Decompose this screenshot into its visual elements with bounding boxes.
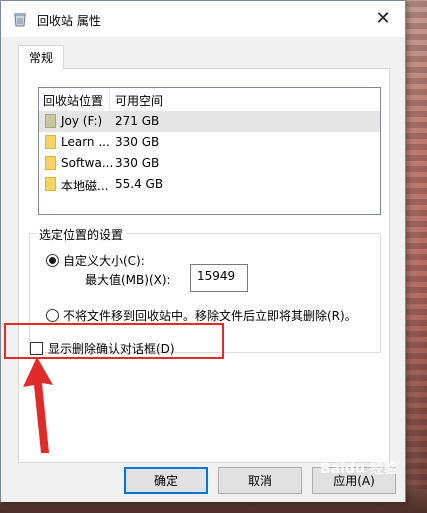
available-space: 55.4 GB xyxy=(115,177,164,191)
list-item[interactable]: 本地磁... 55.4 GB xyxy=(39,174,380,195)
folder-icon xyxy=(45,156,56,170)
location-name: Softwa... xyxy=(61,156,114,170)
location-name: Joy (F:) xyxy=(61,114,103,128)
no-recycle-radio[interactable] xyxy=(46,309,59,322)
drive-icon xyxy=(45,114,56,128)
annotation-arrow-icon xyxy=(23,357,53,453)
folder-icon xyxy=(45,177,56,191)
tab-panel: 回收站位置 可用空间 Joy (F:) 271 GB Learn ... 330… xyxy=(18,68,390,463)
column-header-location[interactable]: 回收站位置 xyxy=(43,92,103,109)
list-header: 回收站位置 可用空间 xyxy=(39,88,380,110)
window-title: 回收站 属性 xyxy=(37,14,101,28)
recycle-location-list[interactable]: 回收站位置 可用空间 Joy (F:) 271 GB Learn ... 330… xyxy=(38,87,381,215)
available-space: 330 GB xyxy=(115,135,160,149)
available-space: 271 GB xyxy=(115,114,160,128)
list-item[interactable]: Softwa... 330 GB xyxy=(39,153,380,174)
column-divider xyxy=(109,88,110,110)
recycle-bin-icon xyxy=(14,13,26,27)
list-item[interactable]: Learn ... 330 GB xyxy=(39,132,380,153)
confirm-dialog-label: 显示删除确认对话框(D) xyxy=(48,342,175,356)
ok-button[interactable]: 确定 xyxy=(124,467,208,494)
custom-size-radio[interactable] xyxy=(46,254,59,267)
dialog-body: 常规 回收站位置 可用空间 Joy (F:) 271 GB Learn ... … xyxy=(1,37,405,502)
folder-icon xyxy=(45,135,56,149)
title-bar: 回收站 属性 ✕ xyxy=(1,1,405,37)
properties-dialog: 回收站 属性 ✕ 常规 回收站位置 可用空间 Joy (F:) 271 GB L… xyxy=(0,0,406,502)
available-space: 330 GB xyxy=(115,156,160,170)
location-name: 本地磁... xyxy=(61,179,109,193)
tab-general[interactable]: 常规 xyxy=(18,45,64,69)
close-button[interactable]: ✕ xyxy=(361,1,405,35)
no-recycle-label: 不将文件移到回收站中。移除文件后立即将其删除(R)。 xyxy=(63,309,357,323)
confirm-dialog-checkbox[interactable] xyxy=(30,342,43,355)
list-item[interactable]: Joy (F:) 271 GB xyxy=(39,111,380,132)
column-header-space[interactable]: 可用空间 xyxy=(115,92,163,109)
cancel-button[interactable]: 取消 xyxy=(218,467,302,494)
watermark-text: Baidu 经验 xyxy=(320,461,398,477)
max-size-label: 最大值(MB)(X): xyxy=(85,273,171,287)
group-title: 选定位置的设置 xyxy=(36,226,127,243)
close-icon: ✕ xyxy=(375,7,391,29)
custom-size-label: 自定义大小(C): xyxy=(63,254,145,268)
max-size-input[interactable]: 15949 xyxy=(190,264,248,292)
location-name: Learn ... xyxy=(61,135,110,149)
